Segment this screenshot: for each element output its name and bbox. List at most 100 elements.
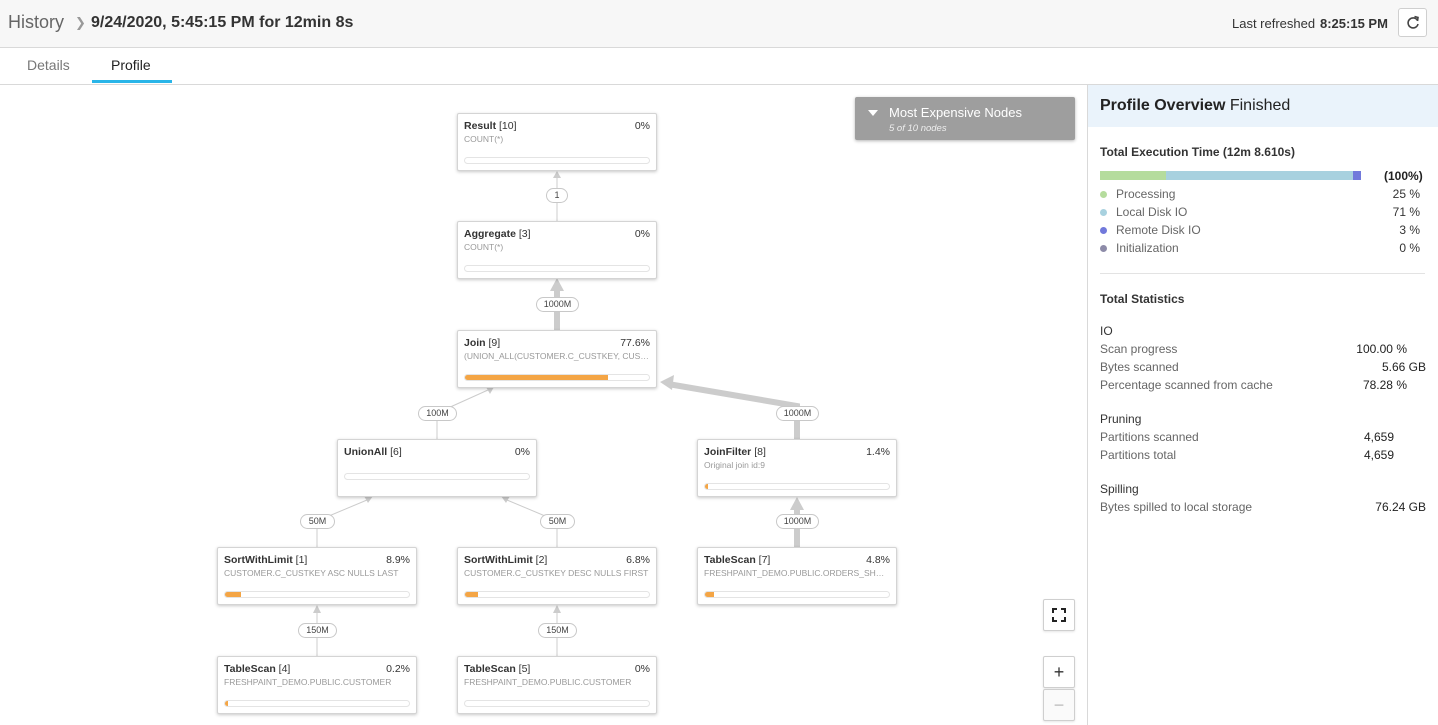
node-id: [7] — [758, 554, 771, 566]
node-sortwithlimit-1[interactable]: SortWithLimit [1] 8.9% CUSTOMER.C_CUSTKE… — [217, 547, 417, 605]
execution-time-title: Total Execution Time (12m 8.610s) — [1100, 145, 1295, 159]
breadcrumb-history[interactable]: History — [8, 12, 64, 33]
node-detail: COUNT(*) — [464, 242, 504, 252]
legend-dot — [1100, 245, 1107, 252]
node-tablescan-7[interactable]: TableScan [7] 4.8% FRESHPAINT_DEMO.PUBLI… — [697, 547, 897, 605]
chevron-right-icon: ❯ — [75, 15, 86, 30]
node-progress-fill — [225, 701, 228, 706]
node-id: [5] — [518, 663, 531, 675]
stat-value: 4,659 — [1363, 448, 1394, 462]
node-unionall[interactable]: UnionAll [6] 0% — [337, 439, 537, 497]
node-name: Join — [464, 337, 486, 349]
tab-details[interactable]: Details — [27, 57, 70, 73]
node-result[interactable]: Result [10] 0% COUNT(*) — [457, 113, 657, 171]
stat-value: 78.28 % — [1362, 378, 1407, 392]
node-progress-bar — [224, 591, 410, 598]
node-tablescan-5[interactable]: TableScan [5] 0% FRESHPAINT_DEMO.PUBLIC.… — [457, 656, 657, 714]
zoom-in-button[interactable]: + — [1043, 656, 1075, 688]
node-detail: CUSTOMER.C_CUSTKEY ASC NULLS LAST — [224, 568, 399, 578]
node-name: SortWithLimit — [224, 554, 293, 566]
node-detail: Original join id:9 — [704, 460, 765, 470]
node-id: [4] — [278, 663, 291, 675]
node-id: [6] — [390, 446, 402, 458]
legend-name: Remote Disk IO — [1116, 223, 1201, 237]
node-progress-fill — [465, 592, 478, 597]
node-progress-bar — [704, 483, 890, 490]
legend-name: Processing — [1116, 187, 1176, 201]
minus-icon: − — [1053, 694, 1065, 715]
node-name: Aggregate — [464, 228, 516, 240]
breakdown-processing: Processing 25 % — [1100, 187, 1420, 203]
node-name: TableScan — [464, 663, 516, 675]
fit-screen-icon — [1052, 608, 1066, 622]
profile-graph-canvas[interactable]: 1 1000M 100M 1000M 50M 50M 1000M 150M 15… — [0, 85, 1087, 725]
tab-profile[interactable]: Profile — [111, 57, 151, 73]
node-id: [2] — [535, 554, 548, 566]
node-sortwithlimit-2[interactable]: SortWithLimit [2] 6.8% CUSTOMER.C_CUSTKE… — [457, 547, 657, 605]
fit-to-screen-button[interactable] — [1043, 599, 1075, 631]
legend-value: 3 % — [1399, 223, 1420, 237]
legend-value: 71 % — [1392, 205, 1420, 219]
edge-label: 150M — [538, 623, 577, 638]
arrowhead-result — [553, 171, 561, 178]
time-segment-processing — [1100, 171, 1166, 180]
node-id: [10] — [499, 120, 517, 132]
profile-overview-panel: Profile Overview Finished Total Executio… — [1087, 85, 1438, 725]
stat-bytes-scanned: Bytes scanned 5.66 GB — [1100, 360, 1426, 376]
node-name: SortWithLimit — [464, 554, 533, 566]
node-detail: FRESHPAINT_DEMO.PUBLIC.CUSTOMER — [464, 677, 632, 687]
node-tablescan-4[interactable]: TableScan [4] 0.2% FRESHPAINT_DEMO.PUBLI… — [217, 656, 417, 714]
node-progress-fill — [705, 484, 708, 489]
divider — [1100, 273, 1425, 274]
arrowhead-union-left — [364, 496, 373, 503]
legend-dot — [1100, 191, 1107, 198]
stat-value: 76.24 GB — [1375, 500, 1426, 514]
panel-status: Finished — [1229, 97, 1291, 114]
top-bar: History ❯ 9/24/2020, 5:45:15 PM for 12mi… — [0, 0, 1438, 48]
node-aggregate[interactable]: Aggregate [3] 0% COUNT(*) — [457, 221, 657, 279]
node-progress-fill — [465, 375, 608, 380]
execution-time-percent: (100%) — [1384, 169, 1423, 183]
node-joinfilter[interactable]: JoinFilter [8] 1.4% Original join id:9 — [697, 439, 897, 497]
legend-name: Local Disk IO — [1116, 205, 1188, 219]
stat-percentage-cache: Percentage scanned from cache 78.28 % — [1100, 378, 1407, 394]
arrowhead-union-right — [501, 496, 510, 503]
node-detail: CUSTOMER.C_CUSTKEY DESC NULLS FIRST — [464, 568, 649, 578]
node-detail: FRESHPAINT_DEMO.PUBLIC.CUSTOMER — [224, 677, 392, 687]
node-join[interactable]: Join [9] 77.6% (UNION_ALL(CUSTOMER.C_CUS… — [457, 330, 657, 388]
stat-value: 5.66 GB — [1381, 360, 1426, 374]
node-name: Result — [464, 120, 497, 132]
total-statistics-title: Total Statistics — [1100, 292, 1185, 306]
node-name: TableScan — [704, 554, 756, 566]
node-percent: 0.2% — [386, 663, 410, 675]
zoom-out-button[interactable]: − — [1043, 689, 1075, 721]
stat-bytes-spilled: Bytes spilled to local storage 76.24 GB — [1100, 500, 1426, 516]
refresh-button[interactable] — [1398, 8, 1427, 37]
legend-value: 25 % — [1392, 187, 1420, 201]
node-detail: COUNT(*) — [464, 134, 504, 144]
breakdown-local-disk-io: Local Disk IO 71 % — [1100, 205, 1420, 221]
most-expensive-title: Most Expensive Nodes — [889, 105, 1022, 120]
node-id: [9] — [488, 337, 501, 349]
stat-scan-progress: Scan progress 100.00 % — [1100, 342, 1407, 358]
panel-header: Profile Overview Finished — [1088, 85, 1438, 127]
stat-partitions-total: Partitions total 4,659 — [1100, 448, 1394, 464]
edge-label: 100M — [418, 406, 457, 421]
stat-value: 100.00 % — [1356, 342, 1407, 356]
node-percent: 8.9% — [386, 554, 410, 566]
node-percent: 6.8% — [626, 554, 650, 566]
node-percent: 0% — [514, 446, 530, 458]
node-id: [8] — [754, 446, 766, 458]
node-detail: (UNION_ALL(CUSTOMER.C_CUSTKEY, CUSTOMER.… — [464, 351, 650, 361]
spilling-title: Spilling — [1100, 482, 1139, 496]
refresh-icon — [1406, 15, 1419, 29]
edge-label: 1 — [546, 188, 568, 203]
stat-name: Scan progress — [1100, 342, 1178, 356]
breakdown-initialization: Initialization 0 % — [1100, 241, 1420, 257]
node-progress-bar — [464, 374, 650, 381]
most-expensive-subtitle: 5 of 10 nodes — [889, 123, 947, 134]
edge-label: 50M — [300, 514, 335, 529]
most-expensive-nodes-dropdown[interactable]: Most Expensive Nodes 5 of 10 nodes — [855, 97, 1075, 140]
edge-label: 1000M — [536, 297, 579, 312]
edge-label: 150M — [298, 623, 337, 638]
